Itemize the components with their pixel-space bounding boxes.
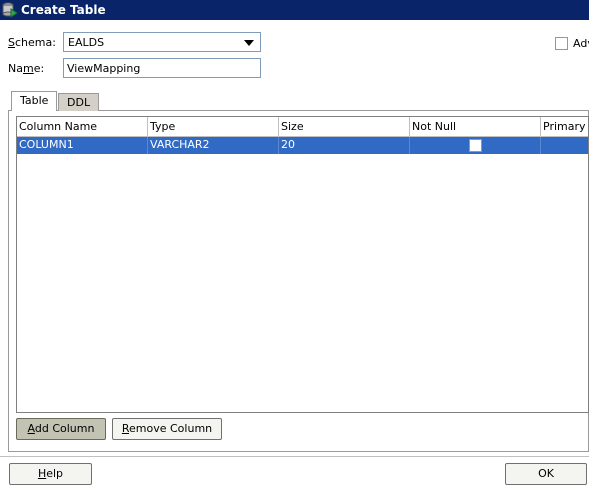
schema-label: Schema: <box>8 36 56 49</box>
header-type[interactable]: Type <box>148 117 279 137</box>
header-size[interactable]: Size <box>279 117 410 137</box>
chevron-down-icon[interactable] <box>244 40 254 46</box>
ok-button[interactable]: OK <box>505 463 587 485</box>
cell-type[interactable]: VARCHAR2 <box>148 137 279 154</box>
advanced-label: Adv <box>573 37 589 50</box>
header-primary-key[interactable]: Primary Ke <box>541 117 588 137</box>
schema-dropdown[interactable]: EALDS <box>63 32 261 52</box>
title-bar[interactable]: Create Table <box>0 0 589 20</box>
table-header: Column Name Type Size Not Null Primary K… <box>17 117 588 137</box>
cell-column-name[interactable]: COLUMN1 <box>17 137 148 154</box>
schema-value: EALDS <box>68 36 105 49</box>
tab-table[interactable]: Table <box>11 91 58 111</box>
database-table-icon <box>2 2 18 18</box>
tab-ddl[interactable]: DDL <box>58 93 100 111</box>
remove-column-button[interactable]: Remove Column <box>112 418 222 440</box>
name-label: Name: <box>8 62 45 75</box>
advanced-checkbox[interactable] <box>555 37 568 50</box>
table-row[interactable]: COLUMN1 VARCHAR2 20 <box>17 137 588 154</box>
window-title: Create Table <box>21 3 106 17</box>
name-input-value: ViewMapping <box>67 62 141 75</box>
name-input[interactable]: ViewMapping <box>63 58 261 78</box>
header-column-name[interactable]: Column Name <box>17 117 148 137</box>
cell-not-null[interactable] <box>410 137 541 154</box>
help-button[interactable]: Help <box>9 463 92 485</box>
footer-divider <box>0 456 589 457</box>
cell-size[interactable]: 20 <box>279 137 410 154</box>
add-column-button[interactable]: Add Column <box>16 418 106 440</box>
not-null-checkbox[interactable] <box>469 139 482 152</box>
header-not-null[interactable]: Not Null <box>410 117 541 137</box>
columns-table[interactable]: Column Name Type Size Not Null Primary K… <box>16 116 589 413</box>
cell-primary-key[interactable] <box>541 137 588 154</box>
